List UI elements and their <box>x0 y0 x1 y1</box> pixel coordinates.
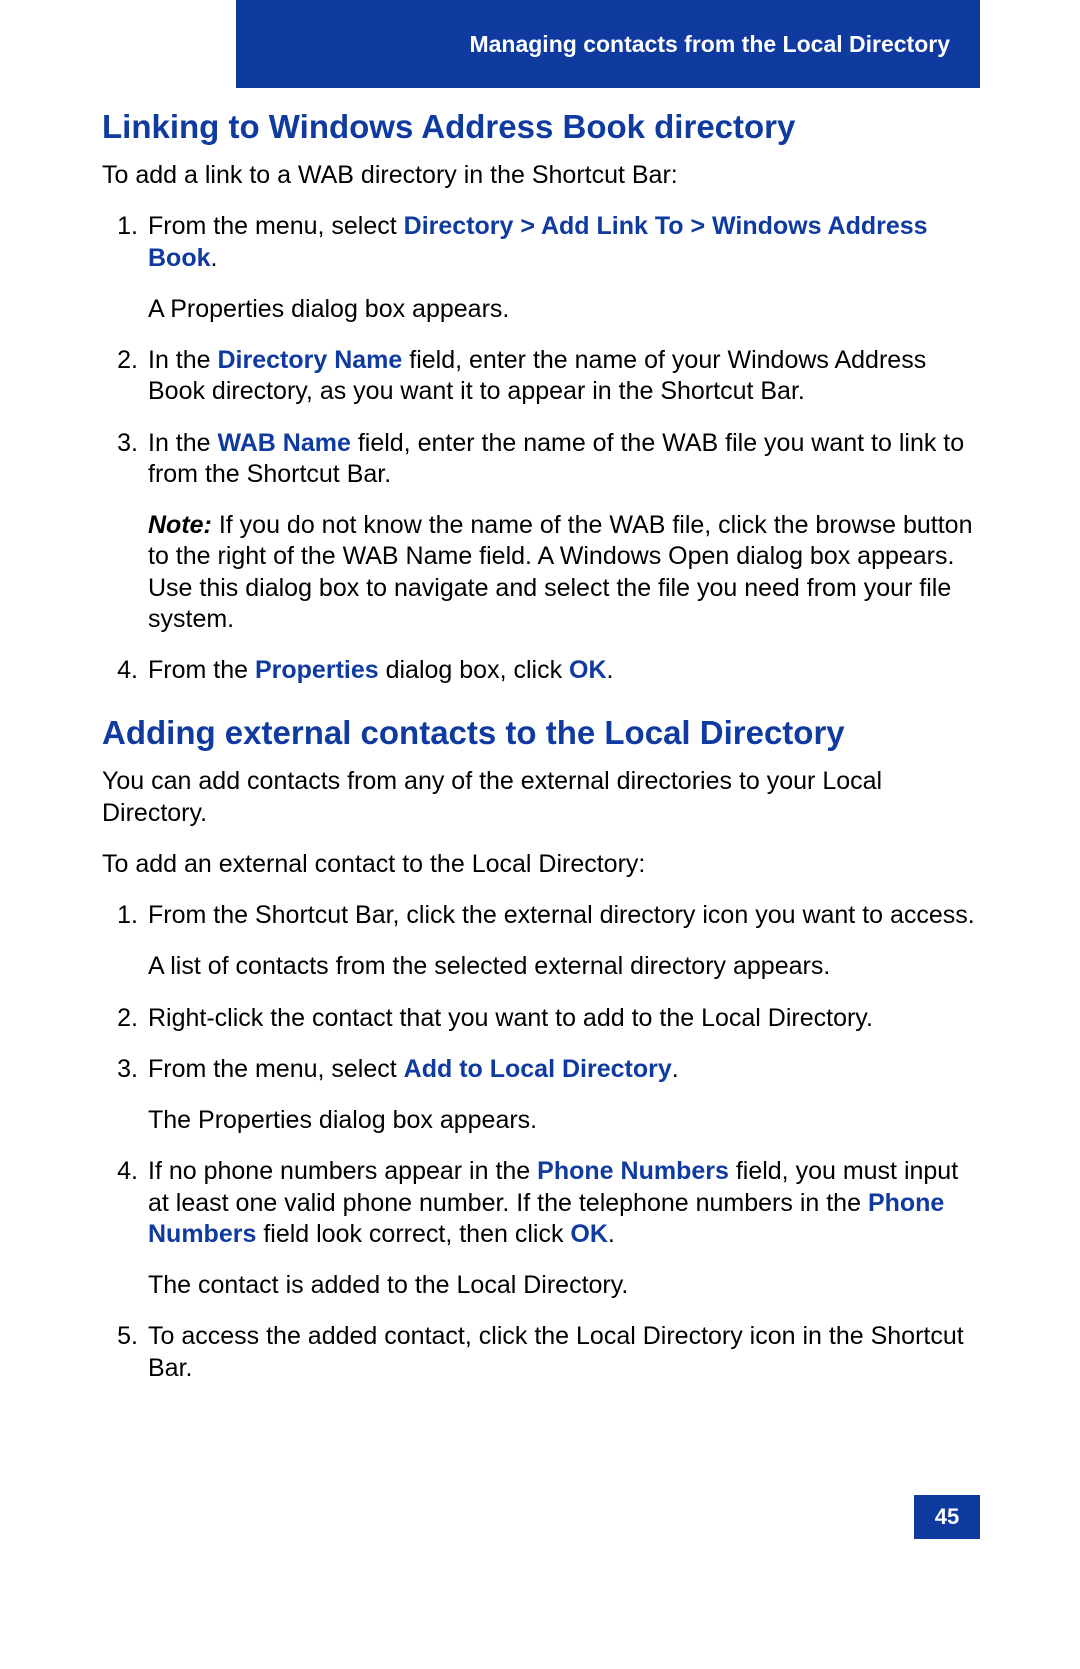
section-heading-1: Linking to Windows Address Book director… <box>102 108 980 146</box>
text: If no phone numbers appear in the <box>148 1157 537 1185</box>
section1-step-1: From the menu, select Directory > Add Li… <box>138 211 980 325</box>
field-wab-name: WAB Name <box>218 429 351 457</box>
text: . <box>607 656 614 684</box>
text: field look correct, then click <box>256 1220 570 1248</box>
section2-step-5: To access the added contact, click the L… <box>138 1321 980 1384</box>
section2-steps: From the Shortcut Bar, click the externa… <box>102 900 980 1384</box>
text: . <box>672 1055 679 1083</box>
properties-dialog: Properties <box>255 656 379 684</box>
ok-button-label: OK <box>569 656 607 684</box>
page: Managing contacts from the Local Directo… <box>0 0 1080 1669</box>
text: . <box>211 244 218 272</box>
page-number: 45 <box>914 1495 980 1539</box>
section1-step-3: In the WAB Name field, enter the name of… <box>138 428 980 636</box>
text: In the <box>148 346 218 374</box>
section1-intro: To add a link to a WAB directory in the … <box>102 160 980 191</box>
ok-button-label: OK <box>570 1220 608 1248</box>
chapter-header: Managing contacts from the Local Directo… <box>236 0 980 88</box>
text: dialog box, click <box>379 656 569 684</box>
field-directory-name: Directory Name <box>218 346 403 374</box>
text: From the <box>148 656 255 684</box>
section1-step-4: From the Properties dialog box, click OK… <box>138 655 980 686</box>
note-label: Note: <box>148 511 212 539</box>
section1-step-1-result: A Properties dialog box appears. <box>148 294 980 325</box>
text: In the <box>148 429 218 457</box>
section2-intro2: To add an external contact to the Local … <box>102 849 980 880</box>
section1-step-3-note: Note: If you do not know the name of the… <box>148 510 980 635</box>
chapter-title: Managing contacts from the Local Directo… <box>469 31 950 58</box>
page-content: Linking to Windows Address Book director… <box>102 108 980 1404</box>
text: From the menu, select <box>148 212 404 240</box>
section2-step-1-result: A list of contacts from the selected ext… <box>148 951 980 982</box>
add-to-local-directory: Add to Local Directory <box>404 1055 672 1083</box>
phone-numbers-field-1: Phone Numbers <box>537 1157 729 1185</box>
section1-steps: From the menu, select Directory > Add Li… <box>102 211 980 686</box>
section2-step-3-result: The Properties dialog box appears. <box>148 1105 980 1136</box>
text: To access the added contact, click the L… <box>148 1322 964 1381</box>
note-text: If you do not know the name of the WAB f… <box>148 511 972 633</box>
text: From the menu, select <box>148 1055 404 1083</box>
section2-step-3: From the menu, select Add to Local Direc… <box>138 1054 980 1137</box>
section2-step-4: If no phone numbers appear in the Phone … <box>138 1156 980 1301</box>
section2-step-2: Right-click the contact that you want to… <box>138 1003 980 1034</box>
section1-step-2: In the Directory Name field, enter the n… <box>138 345 980 408</box>
section2-step-4-result: The contact is added to the Local Direct… <box>148 1270 980 1301</box>
section2-intro1: You can add contacts from any of the ext… <box>102 766 980 829</box>
section2-step-1: From the Shortcut Bar, click the externa… <box>138 900 980 983</box>
section-heading-2: Adding external contacts to the Local Di… <box>102 714 980 752</box>
text: . <box>608 1220 615 1248</box>
text: Right-click the contact that you want to… <box>148 1004 873 1032</box>
text: From the Shortcut Bar, click the externa… <box>148 901 975 929</box>
